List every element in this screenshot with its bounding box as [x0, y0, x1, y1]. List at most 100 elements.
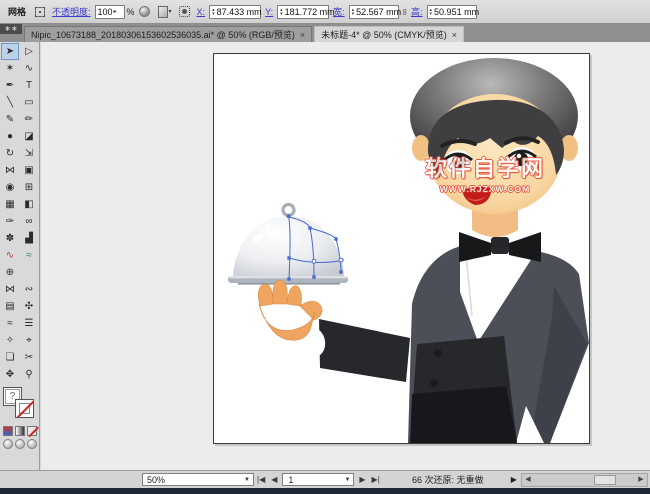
- eye-glint: [517, 154, 521, 158]
- opacity-label[interactable]: 不透明度:: [52, 5, 91, 18]
- ear-left: [412, 135, 430, 161]
- platter-shadow: [238, 283, 340, 285]
- column-graph-tool[interactable]: ▟: [20, 230, 38, 247]
- scrollbar-thumb[interactable]: [594, 475, 616, 485]
- scale-tool[interactable]: ⇲: [20, 145, 38, 162]
- document-tab-2[interactable]: 未标题-4* @ 50% (CMYK/预览) ×: [314, 26, 464, 42]
- width-label[interactable]: 宽:: [333, 5, 345, 18]
- chevron-down-icon[interactable]: ▼: [341, 477, 353, 483]
- fill-stroke-swatches[interactable]: ?: [2, 387, 38, 423]
- taskbar-edge: [0, 488, 650, 494]
- magic-wand-tool[interactable]: ✶: [1, 60, 19, 77]
- tools-panel: ➤▷✶∿✒T╲▭✎✏●◪↻⇲⋈▣◉⊞▦◧✑∞✽▟∿≈⊕⋈∾▤✣≈☰✧⌖❏✂✥⚲ …: [0, 42, 40, 470]
- select-similar-icon[interactable]: [33, 5, 47, 19]
- cloche-dome[interactable]: [233, 216, 344, 280]
- horizontal-scrollbar[interactable]: ◀ ▶: [521, 473, 648, 487]
- eraser-tool[interactable]: ◪: [20, 128, 38, 145]
- live-paint-tool[interactable]: ✣: [20, 298, 38, 315]
- warp-tool[interactable]: ≈: [20, 247, 38, 264]
- y-input[interactable]: ▴▾181.772 mm: [277, 5, 329, 19]
- panel-collapse-button[interactable]: ∗∗: [0, 24, 22, 34]
- opacity-dropdown-icon[interactable]: ▸: [114, 8, 117, 15]
- slice-tool[interactable]: ✂: [20, 349, 38, 366]
- graph-tool[interactable]: ▤: [1, 298, 19, 315]
- selection-tool[interactable]: ➤: [1, 43, 19, 60]
- last-page-button[interactable]: ▶|: [372, 475, 380, 484]
- context-label: 网格: [8, 5, 26, 18]
- paintbrush-tool[interactable]: ✎: [1, 111, 19, 128]
- pupil-left: [452, 155, 466, 169]
- y-label[interactable]: Y:: [265, 7, 273, 17]
- scribble-tool[interactable]: ≈: [1, 315, 19, 332]
- gradient-button[interactable]: [15, 426, 25, 436]
- draw-normal-button[interactable]: [3, 439, 13, 449]
- document-tab-1[interactable]: Nipic_10673188_20180306153602536035.ai* …: [24, 26, 312, 42]
- undo-status-text: 66 次还原: 无重做: [389, 473, 507, 486]
- tool-grid: ➤▷✶∿✒T╲▭✎✏●◪↻⇲⋈▣◉⊞▦◧✑∞✽▟∿≈⊕⋈∾▤✣≈☰✧⌖❏✂✥⚲: [0, 42, 39, 383]
- blob-brush-tool[interactable]: ●: [1, 128, 19, 145]
- opacity-input[interactable]: 100 ▸: [95, 5, 125, 19]
- shape-builder-tool[interactable]: ◉: [1, 179, 19, 196]
- eye-glint: [455, 157, 459, 161]
- zoom-tool[interactable]: ⚲: [20, 366, 38, 383]
- percent-sign: %: [127, 7, 135, 17]
- symbol-sprayer-tool[interactable]: ✽: [1, 230, 19, 247]
- waiter-illustration: [214, 54, 589, 443]
- height-label[interactable]: 高:: [411, 5, 423, 18]
- envelope-distort-tool[interactable]: ⋈: [1, 281, 19, 298]
- empty-cell: [20, 264, 38, 281]
- measure-tool[interactable]: ⌖: [20, 332, 38, 349]
- eyedropper-alt-tool[interactable]: ✧: [1, 332, 19, 349]
- color-button[interactable]: [3, 426, 13, 436]
- perspective-grid-tool[interactable]: ⊞: [20, 179, 38, 196]
- draw-inside-button[interactable]: [27, 439, 37, 449]
- paragraph-tool[interactable]: ☰: [20, 315, 38, 332]
- prev-page-button[interactable]: ◀: [271, 475, 277, 484]
- none-button[interactable]: [27, 426, 37, 436]
- type-tool[interactable]: T: [20, 77, 38, 94]
- x-input[interactable]: ▴▾87.433 mm: [209, 5, 261, 19]
- curvature-tool[interactable]: ∿: [1, 247, 19, 264]
- document-tab-bar: ∗∗ Nipic_10673188_20180306153602536035.a…: [0, 24, 650, 42]
- free-transform-tool[interactable]: ▣: [20, 162, 38, 179]
- next-page-button[interactable]: ▶: [359, 475, 365, 484]
- draw-behind-button[interactable]: [15, 439, 25, 449]
- page-number-combo[interactable]: 1 ▼: [282, 473, 354, 486]
- artboard-tool[interactable]: ❏: [1, 349, 19, 366]
- width-input[interactable]: ▴▾52.567 mm: [349, 5, 399, 19]
- mesh-tool[interactable]: ▦: [1, 196, 19, 213]
- pen-tool[interactable]: ✒: [1, 77, 19, 94]
- close-icon[interactable]: ×: [452, 30, 457, 40]
- hand-tool[interactable]: ✥: [1, 366, 19, 383]
- link-dimensions-icon[interactable]: ∞: [400, 8, 410, 14]
- status-bar: 50% ▼ |◀ ◀ 1 ▼ ▶ ▶| 66 次还原: 无重做 ▶ ◀ ▶: [0, 470, 650, 488]
- pencil-tool[interactable]: ✏: [20, 111, 38, 128]
- direct-selection-tool[interactable]: ▷: [20, 43, 38, 60]
- height-input[interactable]: ▴▾50.951 mm: [427, 5, 477, 19]
- blend-tool[interactable]: ∞: [20, 213, 38, 230]
- scroll-left-icon[interactable]: ◀: [522, 474, 534, 486]
- recolor-artwork-icon[interactable]: [138, 5, 152, 19]
- gradient-tool[interactable]: ◧: [20, 196, 38, 213]
- artboard[interactable]: 软件自学网 WWW.RJZXW.COM: [213, 53, 590, 444]
- style-swatch[interactable]: ▾: [158, 5, 172, 19]
- eyedropper-tool[interactable]: ✑: [1, 213, 19, 230]
- status-flyout-icon[interactable]: ▶: [511, 475, 517, 484]
- chevron-down-icon[interactable]: ▼: [241, 477, 253, 483]
- reshape-tool[interactable]: ∾: [20, 281, 38, 298]
- first-page-button[interactable]: |◀: [257, 475, 265, 484]
- canvas-pasteboard[interactable]: 软件自学网 WWW.RJZXW.COM: [41, 42, 650, 470]
- scroll-right-icon[interactable]: ▶: [635, 474, 647, 486]
- rectangle-tool[interactable]: ▭: [20, 94, 38, 111]
- x-label[interactable]: X:: [197, 7, 206, 17]
- perspective-selection-tool[interactable]: ⊕: [1, 264, 19, 281]
- zoom-level-combo[interactable]: 50% ▼: [142, 473, 254, 486]
- close-icon[interactable]: ×: [300, 30, 305, 40]
- line-segment-tool[interactable]: ╲: [1, 94, 19, 111]
- jacket-button: [430, 379, 438, 387]
- width-tool[interactable]: ⋈: [1, 162, 19, 179]
- isolate-object-icon[interactable]: [178, 5, 192, 19]
- lasso-tool[interactable]: ∿: [20, 60, 38, 77]
- stroke-swatch[interactable]: [15, 399, 34, 418]
- rotate-tool[interactable]: ↻: [1, 145, 19, 162]
